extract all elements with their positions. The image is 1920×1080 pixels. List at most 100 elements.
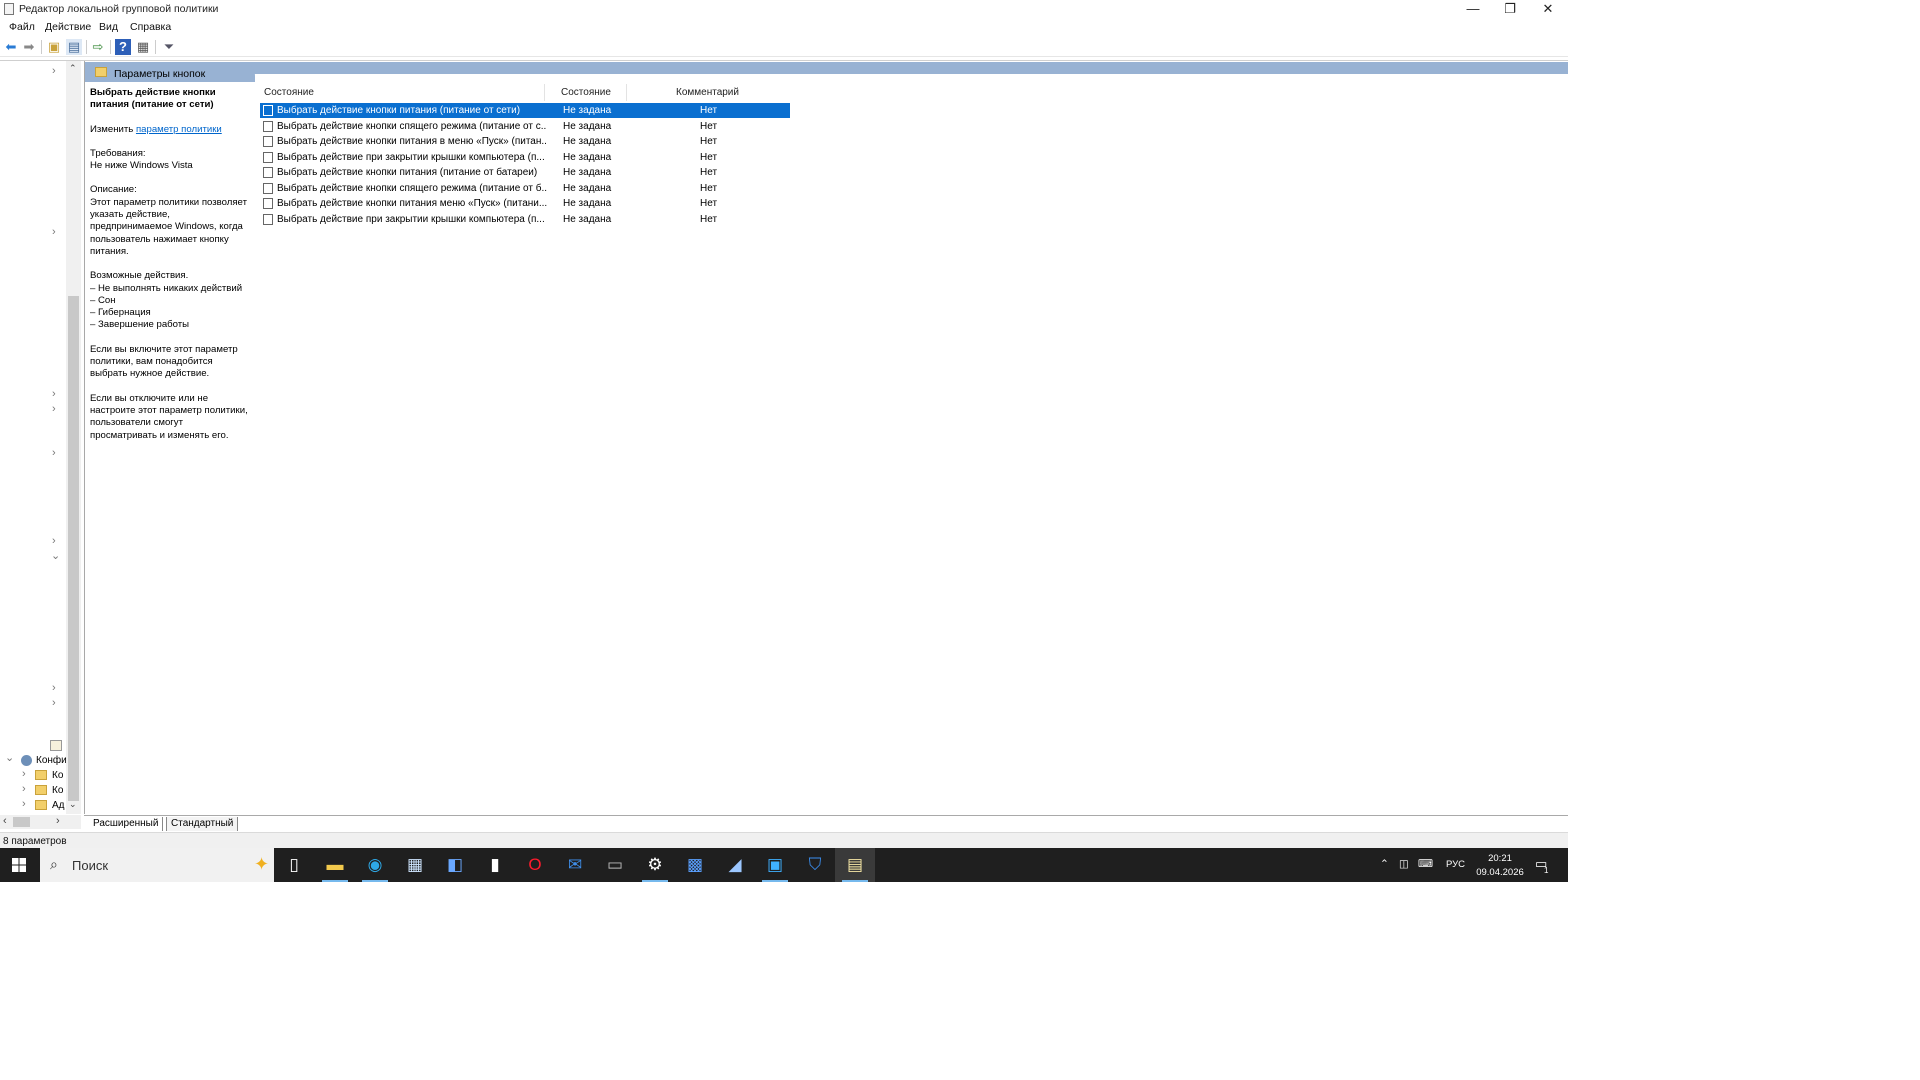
scroll-right-icon[interactable]: › <box>56 815 60 827</box>
audio-app-icon[interactable]: ◧ <box>435 848 475 882</box>
properties-icon[interactable]: ▦ <box>135 39 151 55</box>
header-tab: Параметры кнопок <box>85 62 255 82</box>
control-panel-icon[interactable]: ▣ <box>755 848 795 882</box>
tree-item-root[interactable]: Конфи <box>36 755 66 766</box>
store-icon[interactable]: ▦ <box>395 848 435 882</box>
expand-chevron-icon[interactable]: › <box>22 798 26 810</box>
file-explorer-icon[interactable]: ▬ <box>315 848 355 882</box>
tree-item[interactable]: Ко <box>52 770 66 781</box>
scroll-up-icon[interactable]: ⌃ <box>69 63 77 74</box>
policy-state: Не задана <box>563 167 612 178</box>
help-icon[interactable]: ? <box>115 39 131 55</box>
defender-icon[interactable]: ⛉ <box>795 848 835 882</box>
tree-scroll-thumb[interactable] <box>68 296 79 801</box>
restore-button[interactable]: ❐ <box>1491 0 1529 19</box>
tab-standard[interactable]: Стандартный <box>166 817 239 831</box>
policy-name: Выбрать действие при закрытии крышки ком… <box>277 151 545 163</box>
column-separator[interactable] <box>626 84 627 101</box>
tree-item[interactable]: Ко <box>52 785 66 796</box>
policy-comment: Нет <box>700 213 718 225</box>
policy-row[interactable]: Выбрать действие кнопки питания в меню «… <box>260 134 790 149</box>
close-button[interactable]: ✕ <box>1529 0 1567 19</box>
installer-icon[interactable]: ◢ <box>715 848 755 882</box>
edit-prefix: Изменить <box>90 123 136 135</box>
collapse-chevron-icon[interactable]: ⌄ <box>5 751 14 764</box>
expand-chevron-icon[interactable]: › <box>52 535 56 547</box>
policy-row[interactable]: Выбрать действие кнопки питания (питание… <box>260 165 790 180</box>
edit-line: Изменить параметр политики <box>90 124 252 136</box>
show-hide-tree-icon[interactable]: ▤ <box>66 39 82 55</box>
settings-icon[interactable]: ⚙ <box>635 848 675 882</box>
expand-chevron-icon[interactable]: › <box>52 447 56 459</box>
collapse-chevron-icon[interactable]: ⌄ <box>51 549 60 562</box>
keyboard-icon[interactable]: ⌨ <box>1418 858 1433 870</box>
filter-icon[interactable]: ⏷ <box>161 39 177 55</box>
policy-name: Выбрать действие кнопки питания меню «Пу… <box>277 198 547 209</box>
menu-help[interactable]: Справка <box>130 21 171 33</box>
column-separator[interactable] <box>544 84 545 101</box>
expand-chevron-icon[interactable]: › <box>52 65 56 77</box>
scroll-left-icon[interactable]: ‹ <box>3 815 7 827</box>
minimize-button[interactable]: — <box>1454 0 1492 19</box>
export-list-icon[interactable]: ⇨ <box>90 39 106 55</box>
media-icon[interactable]: ▩ <box>675 848 715 882</box>
windows-icon <box>12 858 26 872</box>
clock[interactable]: 20:21 09.04.2026 <box>1470 852 1530 880</box>
tray-overflow-icon[interactable]: ⌃ <box>1380 858 1389 870</box>
policy-row[interactable]: Выбрать действие кнопки питания меню «Пу… <box>260 196 790 211</box>
toolbar-separator <box>41 40 42 54</box>
expand-chevron-icon[interactable]: › <box>52 403 56 415</box>
edit-policy-link[interactable]: параметр политики <box>136 124 222 135</box>
policy-row[interactable]: Выбрать действие кнопки спящего режима (… <box>260 181 790 196</box>
camera-icon[interactable]: ◫ <box>1399 858 1409 870</box>
tree-item[interactable]: Ад <box>52 800 66 811</box>
policy-state: Не задана <box>563 182 612 194</box>
sparkle-icon: ✦ <box>254 854 270 874</box>
tree-hscroll-thumb[interactable] <box>13 817 30 827</box>
notepad-icon[interactable]: ▤ <box>835 848 875 882</box>
status-text: 8 параметров <box>3 836 67 847</box>
expand-chevron-icon[interactable]: › <box>52 226 56 238</box>
task-view-icon[interactable]: ▯ <box>274 848 314 882</box>
policy-setting-icon <box>263 136 273 147</box>
policy-row[interactable]: Выбрать действие при закрытии крышки ком… <box>260 150 790 165</box>
start-button[interactable] <box>0 848 38 882</box>
description-text: Этот параметр политики позволяет указать… <box>90 196 247 257</box>
up-folder-icon[interactable]: ▣ <box>46 39 62 55</box>
mail-icon[interactable]: ✉ <box>555 848 595 882</box>
description-label: Описание: <box>90 184 137 196</box>
document-icon[interactable]: ▮ <box>475 848 515 882</box>
edge-icon[interactable]: ◉ <box>355 848 395 882</box>
policy-state: Не задана <box>563 198 612 209</box>
taskbar-search[interactable]: ⌕ Поиск ✦ <box>40 848 274 882</box>
policy-name: Выбрать действие кнопки спящего режима (… <box>277 120 547 132</box>
tab-extended[interactable]: Расширенный <box>89 817 164 831</box>
policy-row[interactable]: Выбрать действие при закрытии крышки ком… <box>260 212 790 227</box>
opera-icon[interactable]: O <box>515 848 555 882</box>
policy-name: Выбрать действие кнопки питания (питание… <box>277 105 521 116</box>
policy-setting-icon <box>263 167 273 178</box>
description-title: Выбрать действие кнопки питания (питание… <box>90 87 216 111</box>
column-header-state[interactable]: Состояние <box>561 87 611 98</box>
back-icon[interactable]: ⬅ <box>3 39 19 55</box>
column-header-comment[interactable]: Комментарий <box>676 87 739 98</box>
policy-name: Выбрать действие кнопки спящего режима (… <box>277 182 547 194</box>
column-header-name[interactable]: Состояние <box>264 87 314 98</box>
expand-chevron-icon[interactable]: › <box>52 388 56 400</box>
policy-row[interactable]: Выбрать действие кнопки питания (питание… <box>260 103 790 118</box>
expand-chevron-icon[interactable]: › <box>22 783 26 795</box>
expand-chevron-icon[interactable]: › <box>52 697 56 709</box>
menu-view[interactable]: Вид <box>99 21 118 33</box>
menu-action[interactable]: Действие <box>45 21 91 33</box>
description-block: Описание: Этот параметр политики позволяе… <box>90 184 252 258</box>
policy-comment: Нет <box>700 198 718 209</box>
policy-row[interactable]: Выбрать действие кнопки спящего режима (… <box>260 119 790 134</box>
requirements: Требования: Не ниже Windows Vista <box>90 148 252 173</box>
expand-chevron-icon[interactable]: › <box>52 682 56 694</box>
menu-file[interactable]: Файл <box>9 21 35 33</box>
forward-icon[interactable]: ➡ <box>21 39 37 55</box>
expand-chevron-icon[interactable]: › <box>22 768 26 780</box>
tree-horizontal-scrollbar[interactable]: ‹ › <box>0 815 81 829</box>
language-indicator[interactable]: РУС <box>1446 859 1465 870</box>
remote-desktop-icon[interactable]: ▭ <box>595 848 635 882</box>
